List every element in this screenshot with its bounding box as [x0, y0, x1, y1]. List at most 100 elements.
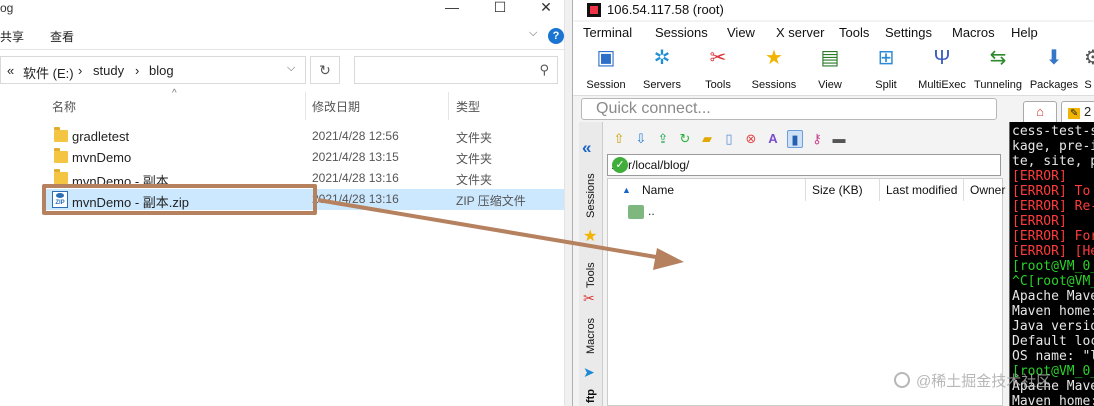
tunneling-icon: ⇆ — [989, 47, 1007, 69]
tunneling-button[interactable]: ⇆ Tunneling — [971, 46, 1025, 96]
file-type: 文件夹 — [456, 131, 493, 145]
scrollbar[interactable] — [564, 0, 572, 406]
home-tab[interactable]: ⌂ — [1023, 101, 1057, 122]
minimize-icon[interactable]: — — [432, 0, 472, 18]
terminal-line: kage, pre-i — [1012, 139, 1094, 154]
address-bar[interactable]: « 软件 (E:) › study › blog ⌵ — [0, 56, 306, 84]
breadcrumb-blog[interactable]: blog — [149, 63, 174, 78]
file-date: 2021/4/28 13:15 — [312, 150, 399, 164]
check-icon[interactable]: ✓ — [612, 157, 628, 173]
file-type: 文件夹 — [456, 173, 493, 187]
tab-macros[interactable]: Macros — [579, 318, 603, 368]
menu-terminal[interactable]: Terminal — [583, 25, 632, 40]
terminal-output[interactable]: cess-test-s kage, pre-i te, site, p [ERROR]… — [1009, 122, 1094, 406]
upload-icon[interactable]: ⇪ — [655, 130, 671, 148]
folder-icon — [54, 148, 68, 163]
sessions-button[interactable]: ★ Sessions — [747, 46, 801, 96]
download-icon[interactable]: ⇩ — [633, 130, 649, 148]
new-folder-icon[interactable]: ▰ — [699, 130, 715, 148]
address-dropdown-icon[interactable]: ⌵ — [287, 62, 295, 75]
new-file-icon[interactable]: ▯ — [721, 130, 737, 148]
column-name[interactable]: ▲ Name — [608, 179, 806, 201]
view-button[interactable]: ▤ View — [803, 46, 857, 96]
menu-sessions[interactable]: Sessions — [655, 25, 708, 40]
column-last-modified[interactable]: Last modified — [880, 179, 964, 201]
terminal-line: Java versio — [1012, 319, 1094, 334]
refresh-icon: ↻ — [319, 62, 331, 78]
tab-sftp[interactable]: ftp — [579, 384, 603, 406]
session-button[interactable]: ▣ Session — [579, 46, 633, 96]
tab-view[interactable]: 查看 — [50, 28, 74, 45]
menu-tools[interactable]: Tools — [839, 25, 869, 40]
chevron-down-icon[interactable]: ⌵ — [529, 27, 537, 40]
terminal-icon[interactable]: ▬ — [831, 130, 847, 148]
column-divider[interactable] — [305, 92, 306, 120]
home-icon: ⌂ — [1036, 104, 1044, 119]
folder-icon — [54, 169, 68, 184]
terminal-line: [ERROR] Re- — [1012, 199, 1094, 214]
menu-help[interactable]: Help — [1011, 25, 1038, 40]
terminal-tab[interactable]: ✎ 2 — [1061, 101, 1094, 122]
terminal-line: [ERROR] To — [1012, 184, 1091, 199]
settings-button[interactable]: ⚙S — [1081, 46, 1094, 96]
column-size[interactable]: Size (KB) — [806, 179, 880, 201]
search-icon: ⚲ — [539, 62, 549, 77]
breadcrumb-study[interactable]: study — [93, 63, 124, 78]
multiexec-button[interactable]: Ψ MultiExec — [915, 46, 969, 96]
menu-macros[interactable]: Macros — [952, 25, 995, 40]
help-icon[interactable]: ? — [548, 28, 564, 44]
up-folder-icon[interactable]: ⇧ — [611, 130, 627, 148]
menu-settings[interactable]: Settings — [885, 25, 932, 40]
tools-button[interactable]: ✂ Tools — [691, 46, 745, 96]
breadcrumb-drive[interactable]: 软件 (E:) — [23, 63, 74, 82]
parent-folder-label[interactable]: .. — [648, 204, 655, 218]
explorer-title: og — [0, 1, 14, 15]
quick-connect-placeholder: Quick connect... — [596, 100, 711, 117]
terminal-line: ^C[root@VM_ — [1012, 274, 1094, 289]
file-row[interactable]: mvnDemo 2021/4/28 13:15 文件夹 — [42, 147, 572, 168]
packages-button[interactable]: ⬇ Packages — [1027, 46, 1081, 96]
sftp-toolbar: ⇧ ⇩ ⇪ ↻ ▰ ▯ ⊗ A ▮ ⚷ ▬ — [607, 128, 1001, 152]
tab-share[interactable]: 共享 — [0, 28, 24, 45]
collapse-icon[interactable]: « — [582, 138, 591, 158]
column-owner[interactable]: Owner — [964, 179, 1005, 201]
properties-icon[interactable]: ▮ — [787, 130, 803, 148]
terminal-line: [ERROR] — [1012, 169, 1067, 184]
file-row[interactable]: gradletest 2021/4/28 12:56 文件夹 — [42, 126, 572, 147]
terminal-line: [ERROR] [He — [1012, 244, 1094, 259]
terminal-line: Apache Mave — [1012, 289, 1094, 304]
rename-icon[interactable]: A — [765, 130, 781, 148]
column-divider[interactable] — [448, 92, 449, 120]
menu-view[interactable]: View — [727, 25, 755, 40]
terminal-line: [ERROR] For — [1012, 229, 1094, 244]
close-icon[interactable]: ✕ — [526, 0, 566, 18]
column-type[interactable]: 类型 — [456, 98, 480, 115]
sftp-path-input[interactable]: /usr/local/blog/ ✓ — [607, 154, 1001, 176]
search-input[interactable]: ⚲ — [354, 56, 558, 84]
terminal-line: Maven home: — [1012, 304, 1094, 319]
star-icon: ★ — [583, 228, 598, 245]
servers-button[interactable]: ✲ Servers — [635, 46, 689, 96]
parent-folder-icon[interactable] — [628, 205, 644, 219]
split-button[interactable]: ⊞ Split — [859, 46, 913, 96]
refresh-button[interactable]: ↻ — [310, 56, 340, 84]
multiexec-icon: Ψ — [933, 47, 951, 69]
column-modified[interactable]: 修改日期 — [312, 98, 360, 115]
file-explorer-window: og — ☐ ✕ 共享 查看 ⌵ ? « 软件 (E:) › study › b… — [0, 0, 572, 406]
maximize-icon[interactable]: ☐ — [480, 0, 520, 18]
breadcrumb-prefix[interactable]: « — [7, 63, 14, 78]
delete-icon[interactable]: ⊗ — [743, 130, 759, 148]
explorer-title-bar: og — ☐ ✕ — [0, 0, 572, 20]
permissions-icon[interactable]: ⚷ — [809, 130, 825, 148]
file-type: 文件夹 — [456, 152, 493, 166]
terminal-line: cess-test-s — [1012, 124, 1094, 139]
quick-connect-input[interactable]: Quick connect... — [581, 98, 997, 120]
terminal-line: Maven home: — [1012, 394, 1094, 406]
menu-x-server[interactable]: X server — [776, 25, 824, 40]
mobaxterm-window: 106.54.117.58 (root) Terminal Sessions V… — [572, 0, 1094, 406]
file-date: 2021/4/28 13:16 — [312, 192, 399, 206]
refresh-icon[interactable]: ↻ — [677, 130, 693, 148]
menu-bar: Terminal Sessions View X server Tools Se… — [573, 22, 1094, 42]
tools-icon: ✂ — [709, 47, 727, 69]
column-name[interactable]: 名称 — [52, 98, 76, 115]
